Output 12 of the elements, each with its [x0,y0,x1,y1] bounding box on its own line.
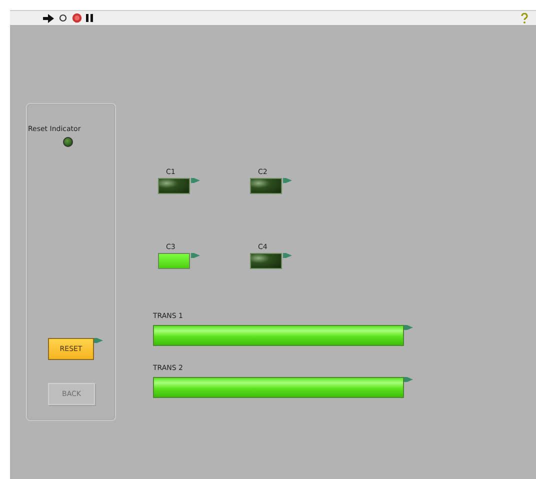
flag-icon [404,377,413,382]
abort-icon[interactable] [72,13,82,23]
flag-icon [94,338,103,343]
flag-icon [283,253,292,258]
run-icon[interactable] [43,14,54,22]
pause-icon[interactable] [86,14,93,22]
help-icon[interactable] [521,12,528,24]
flag-icon [191,253,200,258]
run-continuously-icon[interactable] [58,13,68,23]
flag-icon [191,178,200,183]
flag-icon [404,325,413,330]
flag-icon [283,178,292,183]
